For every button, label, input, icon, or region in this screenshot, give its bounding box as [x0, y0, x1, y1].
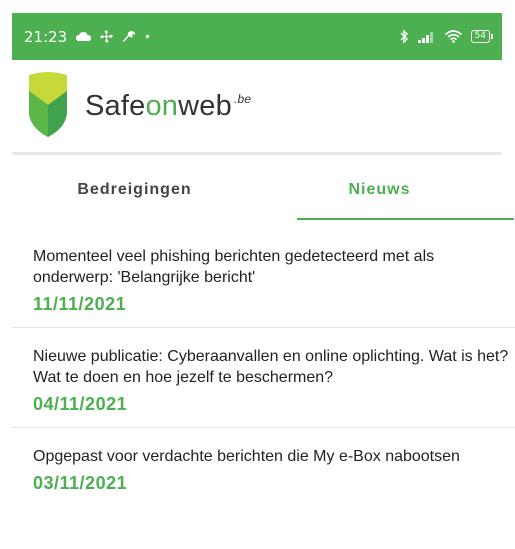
brand-prefix: Safe: [85, 89, 146, 122]
dot-icon: [145, 34, 150, 39]
news-headline: Nieuwe publicatie: Cyberaanvallen en onl…: [33, 348, 509, 386]
news-headline: Momenteel veel phishing berichten gedete…: [33, 248, 435, 286]
brand-on: on: [145, 89, 179, 122]
tab-bedreigingen[interactable]: Bedreigingen: [12, 160, 257, 220]
brand-name: Safe on web .be: [85, 90, 251, 123]
status-time: 21:23: [24, 27, 68, 46]
news-date: 03/11/2021: [33, 473, 128, 493]
status-bar: 21:23 54: [12, 13, 502, 60]
tab-nieuws[interactable]: Nieuws: [257, 160, 514, 220]
appbar-divider: [12, 152, 502, 155]
news-list: Momenteel veel phishing berichten gedete…: [12, 240, 515, 518]
wifi-icon: [444, 30, 462, 43]
news-headline: Opgepast voor verdachte berichten die My…: [33, 448, 460, 465]
wrench-icon: [122, 30, 136, 44]
tab-bar: Bedreigingen Nieuws: [12, 160, 514, 220]
safeonweb-logo-icon: [25, 71, 71, 141]
news-item[interactable]: Nieuwe publicatie: Cyberaanvallen en onl…: [12, 340, 515, 428]
signal-icon: [417, 31, 436, 43]
news-item[interactable]: Opgepast voor verdachte berichten die My…: [12, 440, 515, 506]
brand-sup: .be: [233, 91, 252, 106]
app-bar: Safe on web .be: [12, 60, 502, 152]
news-item[interactable]: Momenteel veel phishing berichten gedete…: [12, 240, 515, 328]
cloud-icon: [76, 31, 92, 42]
battery-indicator: 54: [470, 30, 494, 43]
news-date: 11/11/2021: [33, 294, 127, 314]
fan-icon: [100, 30, 113, 43]
bluetooth-icon: [400, 29, 409, 44]
status-left: 21:23: [24, 28, 150, 46]
brand-suffix: web: [178, 89, 232, 122]
news-date: 04/11/2021: [33, 394, 128, 414]
status-right: 54: [400, 29, 494, 44]
